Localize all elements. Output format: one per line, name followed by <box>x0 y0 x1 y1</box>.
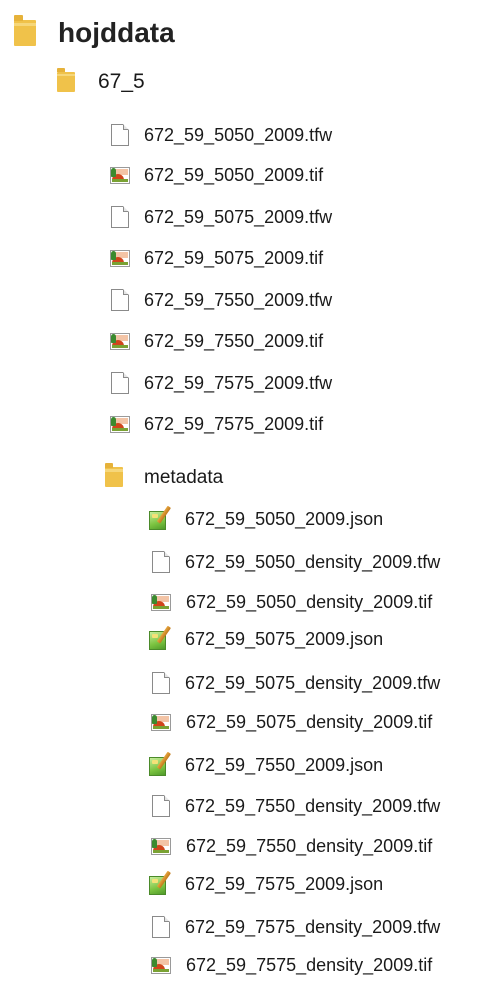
file-name: 672_59_5075_2009.tfw <box>144 207 333 227</box>
file-item[interactable]: 672_59_5050_2009.tif <box>110 166 323 184</box>
file-item[interactable]: 672_59_5075_2009.json <box>149 625 384 650</box>
image-icon <box>151 956 171 974</box>
file-name: 672_59_7550_2009.tfw <box>144 290 333 310</box>
image-icon <box>151 593 171 611</box>
file-name: 672_59_5075_density_2009.tif <box>186 712 433 732</box>
file-name: 672_59_7550_density_2009.tfw <box>185 796 441 816</box>
file-item[interactable]: 672_59_7575_2009.json <box>149 870 384 895</box>
json-file-icon <box>149 870 171 895</box>
file-name: 672_59_5075_2009.json <box>185 629 384 649</box>
file-item[interactable]: 672_59_5050_density_2009.tfw <box>152 551 440 573</box>
image-icon <box>151 713 171 731</box>
tree-item-label: 67_5 <box>98 70 145 93</box>
document-icon <box>152 795 170 817</box>
file-item[interactable]: 672_59_5050_density_2009.tif <box>151 593 432 611</box>
file-item[interactable]: 672_59_5075_density_2009.tif <box>151 713 432 731</box>
tree-item-label: hojddata <box>58 17 175 48</box>
file-name: 672_59_5050_density_2009.tif <box>186 592 433 612</box>
document-icon <box>152 551 170 573</box>
file-item[interactable]: 672_59_7550_2009.tfw <box>111 289 332 311</box>
folder-icon <box>105 463 123 487</box>
file-name: 672_59_5050_2009.json <box>185 509 384 529</box>
file-name: 672_59_5050_2009.tfw <box>144 125 333 145</box>
file-item[interactable]: 672_59_5050_2009.tfw <box>111 124 332 146</box>
file-item[interactable]: 672_59_7575_2009.tfw <box>111 372 332 394</box>
file-tree: hojddata 67_5 672_59_5050_2009.tfw 672_5… <box>0 0 492 983</box>
file-item[interactable]: 672_59_5075_density_2009.tfw <box>152 672 440 694</box>
file-name: 672_59_5075_2009.tif <box>144 248 324 268</box>
tree-item-hojddata[interactable]: hojddata <box>14 14 175 48</box>
file-item[interactable]: 672_59_7550_2009.tif <box>110 332 323 350</box>
file-item[interactable]: 672_59_7575_density_2009.tif <box>151 956 432 974</box>
file-name: 672_59_7550_density_2009.tif <box>186 836 433 856</box>
image-icon <box>110 249 130 267</box>
file-name: 672_59_7575_density_2009.tif <box>186 955 433 975</box>
file-name: 672_59_7550_2009.json <box>185 755 384 775</box>
json-file-icon <box>149 751 171 776</box>
file-name: 672_59_7575_2009.json <box>185 874 384 894</box>
file-item[interactable]: 672_59_7550_density_2009.tif <box>151 837 432 855</box>
document-icon <box>152 672 170 694</box>
file-item[interactable]: 672_59_5075_2009.tfw <box>111 206 332 228</box>
json-file-icon <box>149 505 171 530</box>
image-icon <box>151 837 171 855</box>
document-icon <box>111 289 129 311</box>
document-icon <box>152 916 170 938</box>
file-item[interactable]: 672_59_7575_2009.tif <box>110 415 323 433</box>
file-name: 672_59_7550_2009.tif <box>144 331 324 351</box>
image-icon <box>110 166 130 184</box>
image-icon <box>110 415 130 433</box>
file-name: 672_59_7575_2009.tif <box>144 414 324 434</box>
document-icon <box>111 124 129 146</box>
tree-item-label: metadata <box>144 466 224 488</box>
file-name: 672_59_5075_density_2009.tfw <box>185 673 441 693</box>
file-name: 672_59_7575_2009.tfw <box>144 373 333 393</box>
document-icon <box>111 372 129 394</box>
tree-item-67-5[interactable]: 67_5 <box>57 67 145 93</box>
file-name: 672_59_7575_density_2009.tfw <box>185 917 441 937</box>
folder-icon <box>14 14 36 46</box>
file-item[interactable]: 672_59_7550_2009.json <box>149 751 384 776</box>
file-name: 672_59_5050_2009.tif <box>144 165 324 185</box>
file-name: 672_59_5050_density_2009.tfw <box>185 552 441 572</box>
document-icon <box>111 206 129 228</box>
image-icon <box>110 332 130 350</box>
file-item[interactable]: 672_59_7575_density_2009.tfw <box>152 916 440 938</box>
folder-icon <box>57 67 75 92</box>
file-item[interactable]: 672_59_5050_2009.json <box>149 505 384 530</box>
json-file-icon <box>149 625 171 650</box>
tree-item-metadata[interactable]: metadata <box>105 463 224 488</box>
file-item[interactable]: 672_59_7550_density_2009.tfw <box>152 795 440 817</box>
file-item[interactable]: 672_59_5075_2009.tif <box>110 249 323 267</box>
